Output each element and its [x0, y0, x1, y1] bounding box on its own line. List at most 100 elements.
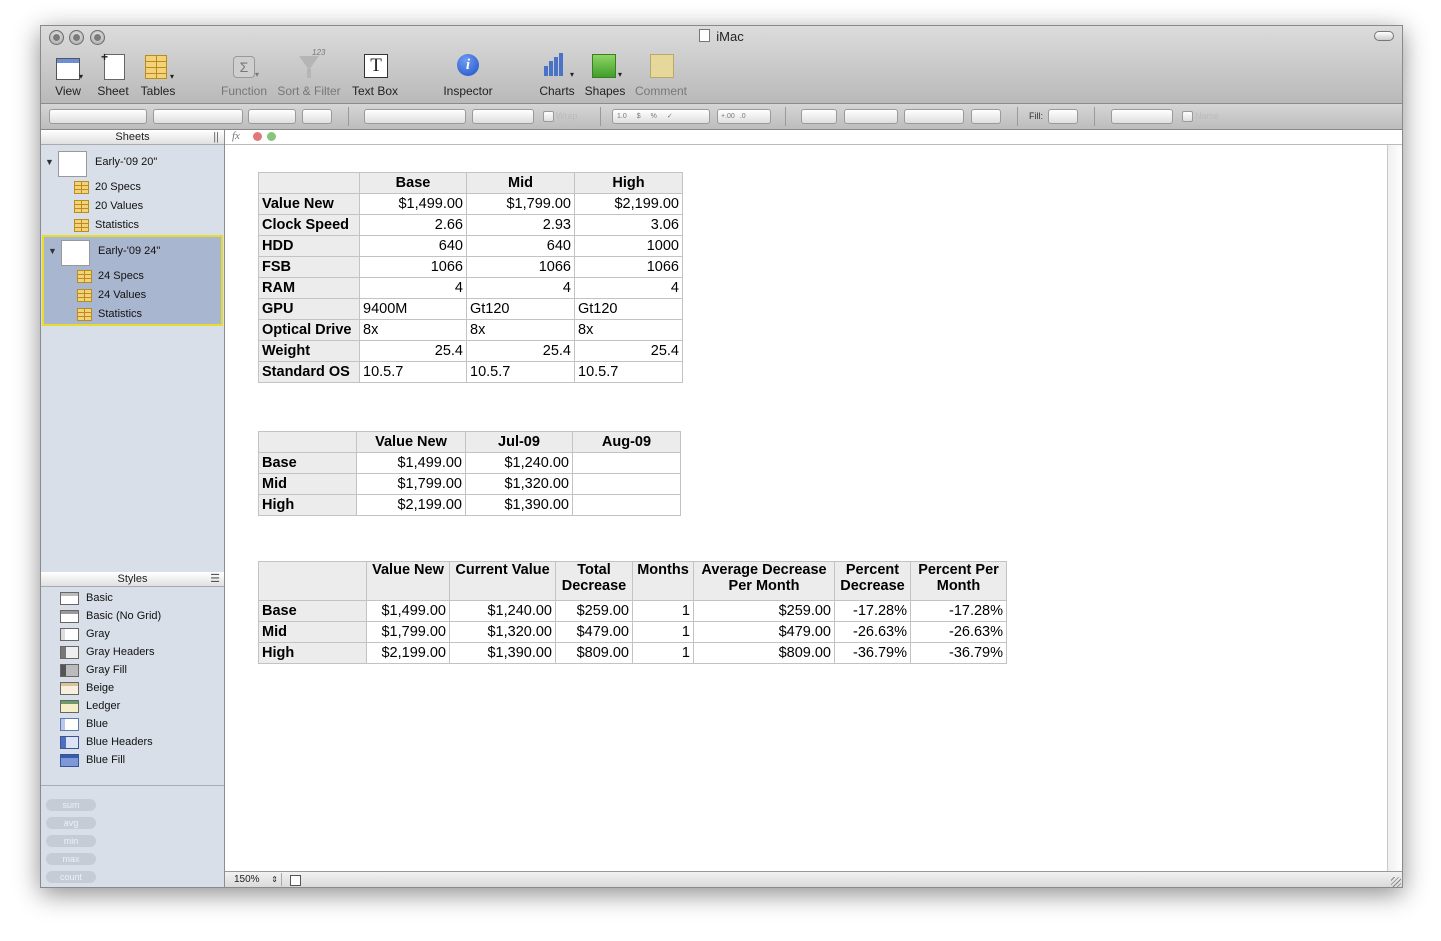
table-cell[interactable]: $1,320.00 — [465, 473, 573, 495]
table-cell[interactable]: $2,199.00 — [356, 494, 466, 516]
toolbar-toggle-button[interactable] — [1374, 31, 1394, 41]
style-item-ledger[interactable]: Ledger — [41, 698, 224, 716]
style-item-blue[interactable]: Blue — [41, 716, 224, 734]
header-rows-buttons[interactable] — [1111, 109, 1173, 124]
row-header[interactable]: High — [258, 494, 357, 516]
table-cell[interactable]: 1 — [632, 621, 694, 643]
table-cell[interactable]: -26.63% — [834, 621, 911, 643]
sheet-item-early-09-20[interactable]: ▼ Early-'09 20" — [41, 148, 224, 178]
row-header[interactable]: Base — [258, 452, 357, 474]
table-cell[interactable]: 1066 — [359, 256, 467, 278]
style-item-beige[interactable]: Beige — [41, 680, 224, 698]
formula-input[interactable] — [283, 130, 1383, 142]
row-header[interactable]: Weight — [258, 340, 360, 362]
sheet-canvas[interactable]: Base Mid High Value New $1,499.00 $1,799.0… — [225, 145, 1387, 871]
min-pill[interactable]: min — [46, 835, 96, 847]
table-cell[interactable]: $809.00 — [693, 642, 835, 664]
table-cell[interactable]: $2,199.00 — [574, 193, 683, 215]
corner-cell[interactable] — [258, 431, 357, 453]
table-item-20-values[interactable]: 20 Values — [41, 197, 224, 216]
table-cell[interactable]: $1,799.00 — [356, 473, 466, 495]
table-cell[interactable]: 4 — [466, 277, 575, 299]
table-cell[interactable]: 1 — [632, 642, 694, 664]
row-header[interactable]: High — [258, 642, 367, 664]
table-cell[interactable]: 8x — [574, 319, 683, 341]
styles-menu-icon[interactable]: ☰ — [210, 572, 220, 586]
row-header[interactable]: Base — [258, 600, 367, 622]
font-size-popup[interactable] — [248, 109, 296, 124]
table-cell[interactable]: -17.28% — [834, 600, 911, 622]
table-cell[interactable]: 3.06 — [574, 214, 683, 236]
table-cell[interactable]: 25.4 — [574, 340, 683, 362]
table-cell[interactable]: 8x — [359, 319, 467, 341]
table-cell[interactable]: $1,390.00 — [449, 642, 556, 664]
table-cell[interactable]: 10.5.7 — [466, 361, 575, 383]
table-cell[interactable]: 640 — [359, 235, 467, 257]
specs-table[interactable]: Base Mid High Value New $1,499.00 $1,799.0… — [258, 172, 683, 383]
borders-popup[interactable] — [801, 109, 837, 124]
table-cell[interactable]: $1,499.00 — [356, 452, 466, 474]
table-cell[interactable]: 2.93 — [466, 214, 575, 236]
table-cell[interactable]: $259.00 — [555, 600, 633, 622]
column-header[interactable]: Percent Decrease — [834, 561, 911, 601]
vertical-alignment-buttons[interactable] — [472, 109, 534, 124]
table-cell[interactable]: 1066 — [574, 256, 683, 278]
table-cell[interactable] — [572, 452, 681, 474]
table-cell[interactable]: $1,499.00 — [359, 193, 467, 215]
tables-button[interactable]: ▾ Tables — [139, 52, 177, 98]
cancel-icon[interactable] — [253, 132, 262, 141]
vertical-scrollbar[interactable] — [1387, 145, 1402, 871]
statistics-table[interactable]: Value New Current Value Total Decrease Mo… — [258, 561, 1007, 664]
table-cell[interactable]: -26.63% — [910, 621, 1007, 643]
style-popup[interactable] — [49, 109, 147, 124]
column-header[interactable]: Value New — [356, 431, 466, 453]
decimal-places-buttons[interactable]: +.00 .0 — [717, 109, 771, 124]
disclosure-triangle-icon[interactable]: ▼ — [45, 157, 54, 167]
column-header[interactable]: Percent Per Month — [910, 561, 1007, 601]
row-header[interactable]: RAM — [258, 277, 360, 299]
font-family-popup[interactable] — [153, 109, 243, 124]
row-header[interactable]: Optical Drive — [258, 319, 360, 341]
number-format-buttons[interactable]: 1.0 $% ✓ — [612, 109, 710, 124]
sheet-item-early-09-24[interactable]: ▼ Early-'09 24" — [44, 237, 221, 267]
style-item-gray[interactable]: Gray — [41, 626, 224, 644]
table-cell[interactable]: 4 — [574, 277, 683, 299]
style-item-gray-headers[interactable]: Gray Headers — [41, 644, 224, 662]
row-header[interactable]: Mid — [258, 473, 357, 495]
resize-handle-icon[interactable]: || — [213, 130, 219, 144]
table-cell[interactable]: 25.4 — [466, 340, 575, 362]
comment-button[interactable]: Comment — [633, 52, 689, 98]
corner-cell[interactable] — [258, 172, 360, 194]
count-pill[interactable]: count — [46, 871, 96, 883]
table-cell[interactable]: 640 — [466, 235, 575, 257]
table-cell[interactable]: $259.00 — [693, 600, 835, 622]
text-box-button[interactable]: T Text Box — [350, 52, 400, 98]
table-cell[interactable] — [572, 494, 681, 516]
table-cell[interactable]: $1,499.00 — [366, 600, 450, 622]
resize-grip-icon[interactable] — [1391, 877, 1401, 887]
view-button[interactable]: ▾ View — [49, 52, 87, 98]
row-header[interactable]: Standard OS — [258, 361, 360, 383]
column-header[interactable]: Aug-09 — [572, 431, 681, 453]
table-cell[interactable]: 8x — [466, 319, 575, 341]
row-header[interactable]: Value New — [258, 193, 360, 215]
text-color-well[interactable] — [302, 109, 332, 124]
page-view-icon[interactable] — [290, 875, 301, 886]
table-cell[interactable]: $809.00 — [555, 642, 633, 664]
shapes-button[interactable]: ▾ Shapes — [584, 52, 626, 98]
table-cell[interactable]: 9400M — [359, 298, 467, 320]
line-color-well[interactable] — [971, 109, 1001, 124]
row-header[interactable]: HDD — [258, 235, 360, 257]
sum-pill[interactable]: sum — [46, 799, 96, 811]
column-header[interactable]: Mid — [466, 172, 575, 194]
table-cell[interactable]: 1 — [632, 600, 694, 622]
column-header[interactable]: Months — [632, 561, 694, 601]
table-item-statistics-20[interactable]: Statistics — [41, 216, 224, 235]
table-cell[interactable]: $1,240.00 — [449, 600, 556, 622]
style-item-basic-no-grid[interactable]: Basic (No Grid) — [41, 608, 224, 626]
row-header[interactable]: GPU — [258, 298, 360, 320]
table-item-24-specs[interactable]: 24 Specs — [44, 267, 221, 286]
table-cell[interactable]: 2.66 — [359, 214, 467, 236]
table-cell[interactable]: 25.4 — [359, 340, 467, 362]
table-item-20-specs[interactable]: 20 Specs — [41, 178, 224, 197]
